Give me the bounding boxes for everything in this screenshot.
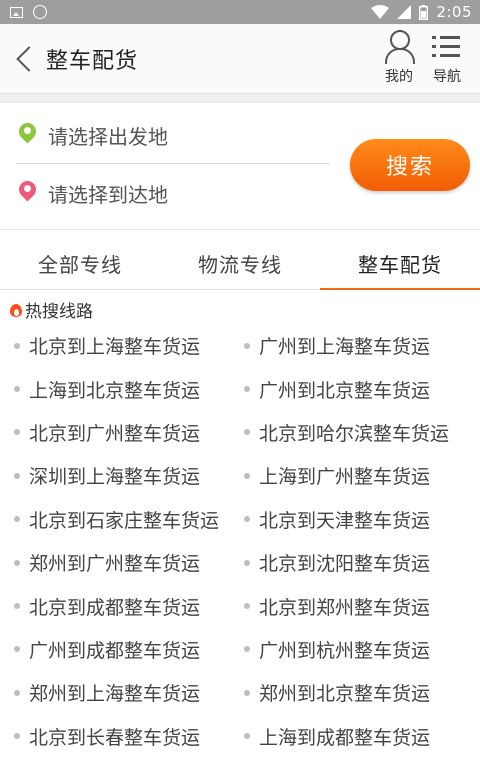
hot-route-item[interactable]: 郑州到广州整车货运 [14,541,244,584]
bullet-dot-icon [244,342,250,349]
chevron-left-icon [16,45,42,72]
tab-full-truck[interactable]: 整车配货 [320,238,480,290]
hot-route-label: 郑州到上海整车货运 [29,683,201,706]
tab-all-lines[interactable]: 全部专线 [0,238,160,289]
navigation-button[interactable]: 导航 [430,30,464,86]
hot-route-label: 上海到北京整车货运 [29,379,201,402]
bullet-dot-icon [14,516,20,523]
bullet-dot-icon [14,386,20,393]
tab-bar: 全部专线 物流专线 整车配货 [0,238,480,290]
hot-route-item[interactable]: 上海到北京整车货运 [14,367,244,410]
hot-route-label: 北京到上海整车货运 [29,336,201,359]
from-location-placeholder: 请选择出发地 [48,124,168,149]
hot-route-item[interactable]: 北京到广州整车货运 [14,411,244,454]
hot-routes-header: 热搜线路 [0,294,480,324]
bullet-dot-icon [244,516,250,523]
bullet-dot-icon [14,559,20,566]
hot-route-label: 上海到成都整车货运 [259,726,431,749]
hot-route-item[interactable]: 北京到沈阳整车货运 [244,541,480,584]
bullet-dot-icon [14,472,20,479]
location-pin-icon [15,177,40,205]
hot-route-label: 北京到石家庄整车货运 [29,509,220,532]
hot-route-label: 郑州到广州整车货运 [29,553,201,576]
search-card: 请选择出发地 请选择到达地 搜索 [0,102,480,230]
navigation-label: 导航 [433,69,461,85]
battery-icon [419,4,429,20]
back-button[interactable] [8,24,42,94]
search-button[interactable]: 搜索 [350,139,470,191]
hot-route-label: 广州到北京整车货运 [259,379,431,402]
to-location-field[interactable]: 请选择到达地 [15,165,328,221]
bullet-dot-icon [244,646,250,653]
hot-route-label: 北京到成都整车货运 [29,596,201,619]
hot-route-item[interactable]: 北京到郑州整车货运 [244,584,480,627]
hot-route-item[interactable]: 广州到杭州整车货运 [244,628,480,671]
hot-route-item[interactable]: 广州到上海整车货运 [244,324,480,367]
signal-icon [397,5,412,19]
fire-icon [10,302,22,317]
hot-route-item[interactable]: 上海到成都整车货运 [244,715,480,758]
hot-route-label: 北京到长春整车货运 [29,726,201,749]
hot-route-item[interactable]: 广州到成都整车货运 [14,628,244,671]
hot-route-label: 北京到广州整车货运 [29,422,201,445]
mine-button[interactable]: 我的 [382,30,416,86]
hot-route-label: 上海到广州整车货运 [259,466,431,489]
wifi-icon [371,5,390,19]
from-location-field[interactable]: 请选择出发地 [15,107,328,163]
bullet-dot-icon [14,603,20,610]
bullet-dot-icon [244,689,250,696]
bullet-dot-icon [14,429,20,436]
sync-notification-icon [33,5,47,19]
bullet-dot-icon [244,559,250,566]
to-location-placeholder: 请选择到达地 [48,182,168,207]
bullet-dot-icon [244,429,250,436]
hot-route-label: 北京到郑州整车货运 [259,596,431,619]
hot-route-item[interactable]: 郑州到上海整车货运 [14,671,244,714]
hot-route-item[interactable]: 北京到天津整车货运 [244,498,480,541]
hot-route-label: 北京到哈尔滨整车货运 [259,422,450,445]
bullet-dot-icon [14,689,20,696]
tab-logistics-lines[interactable]: 物流专线 [160,238,320,289]
mine-label: 我的 [385,69,413,85]
hot-route-label: 广州到成都整车货运 [29,639,201,662]
app-header: 整车配货 我的 导航 [0,24,480,94]
user-icon [383,30,415,64]
hot-route-item[interactable]: 郑州到北京整车货运 [244,671,480,714]
hot-route-item[interactable]: 北京到成都整车货运 [14,584,244,627]
hot-routes-title: 热搜线路 [25,301,93,322]
bullet-dot-icon [14,733,20,740]
hot-route-label: 北京到天津整车货运 [259,509,431,532]
hot-route-label: 深圳到上海整车货运 [29,466,201,489]
hot-route-item[interactable]: 北京到石家庄整车货运 [14,498,244,541]
bullet-dot-icon [244,603,250,610]
hot-route-item[interactable]: 北京到长春整车货运 [14,715,244,758]
hot-route-label: 广州到上海整车货运 [259,336,431,359]
status-bar: 2:05 [0,0,480,24]
hot-route-item[interactable]: 北京到哈尔滨整车货运 [244,411,480,454]
hot-route-label: 广州到杭州整车货运 [259,639,431,662]
hot-route-item[interactable]: 深圳到上海整车货运 [14,454,244,497]
hot-route-item[interactable]: 广州到北京整车货运 [244,367,480,410]
image-notification-icon [10,6,23,18]
bullet-dot-icon [244,386,250,393]
bullet-dot-icon [14,646,20,653]
location-pin-icon [15,119,40,147]
menu-list-icon [432,30,462,64]
field-divider [16,163,330,164]
hot-route-item[interactable]: 北京到上海整车货运 [14,324,244,367]
clock: 2:05 [436,3,472,21]
bullet-dot-icon [244,472,250,479]
hot-route-label: 郑州到北京整车货运 [259,683,431,706]
hot-route-label: 北京到沈阳整车货运 [259,553,431,576]
hot-route-item[interactable]: 上海到广州整车货运 [244,454,480,497]
page-title: 整车配货 [46,48,139,74]
bullet-dot-icon [14,342,20,349]
bullet-dot-icon [244,733,250,740]
hot-routes-list: 北京到上海整车货运 广州到上海整车货运上海到北京整车货运 广州到北京整车货运北京到广… [0,324,480,758]
